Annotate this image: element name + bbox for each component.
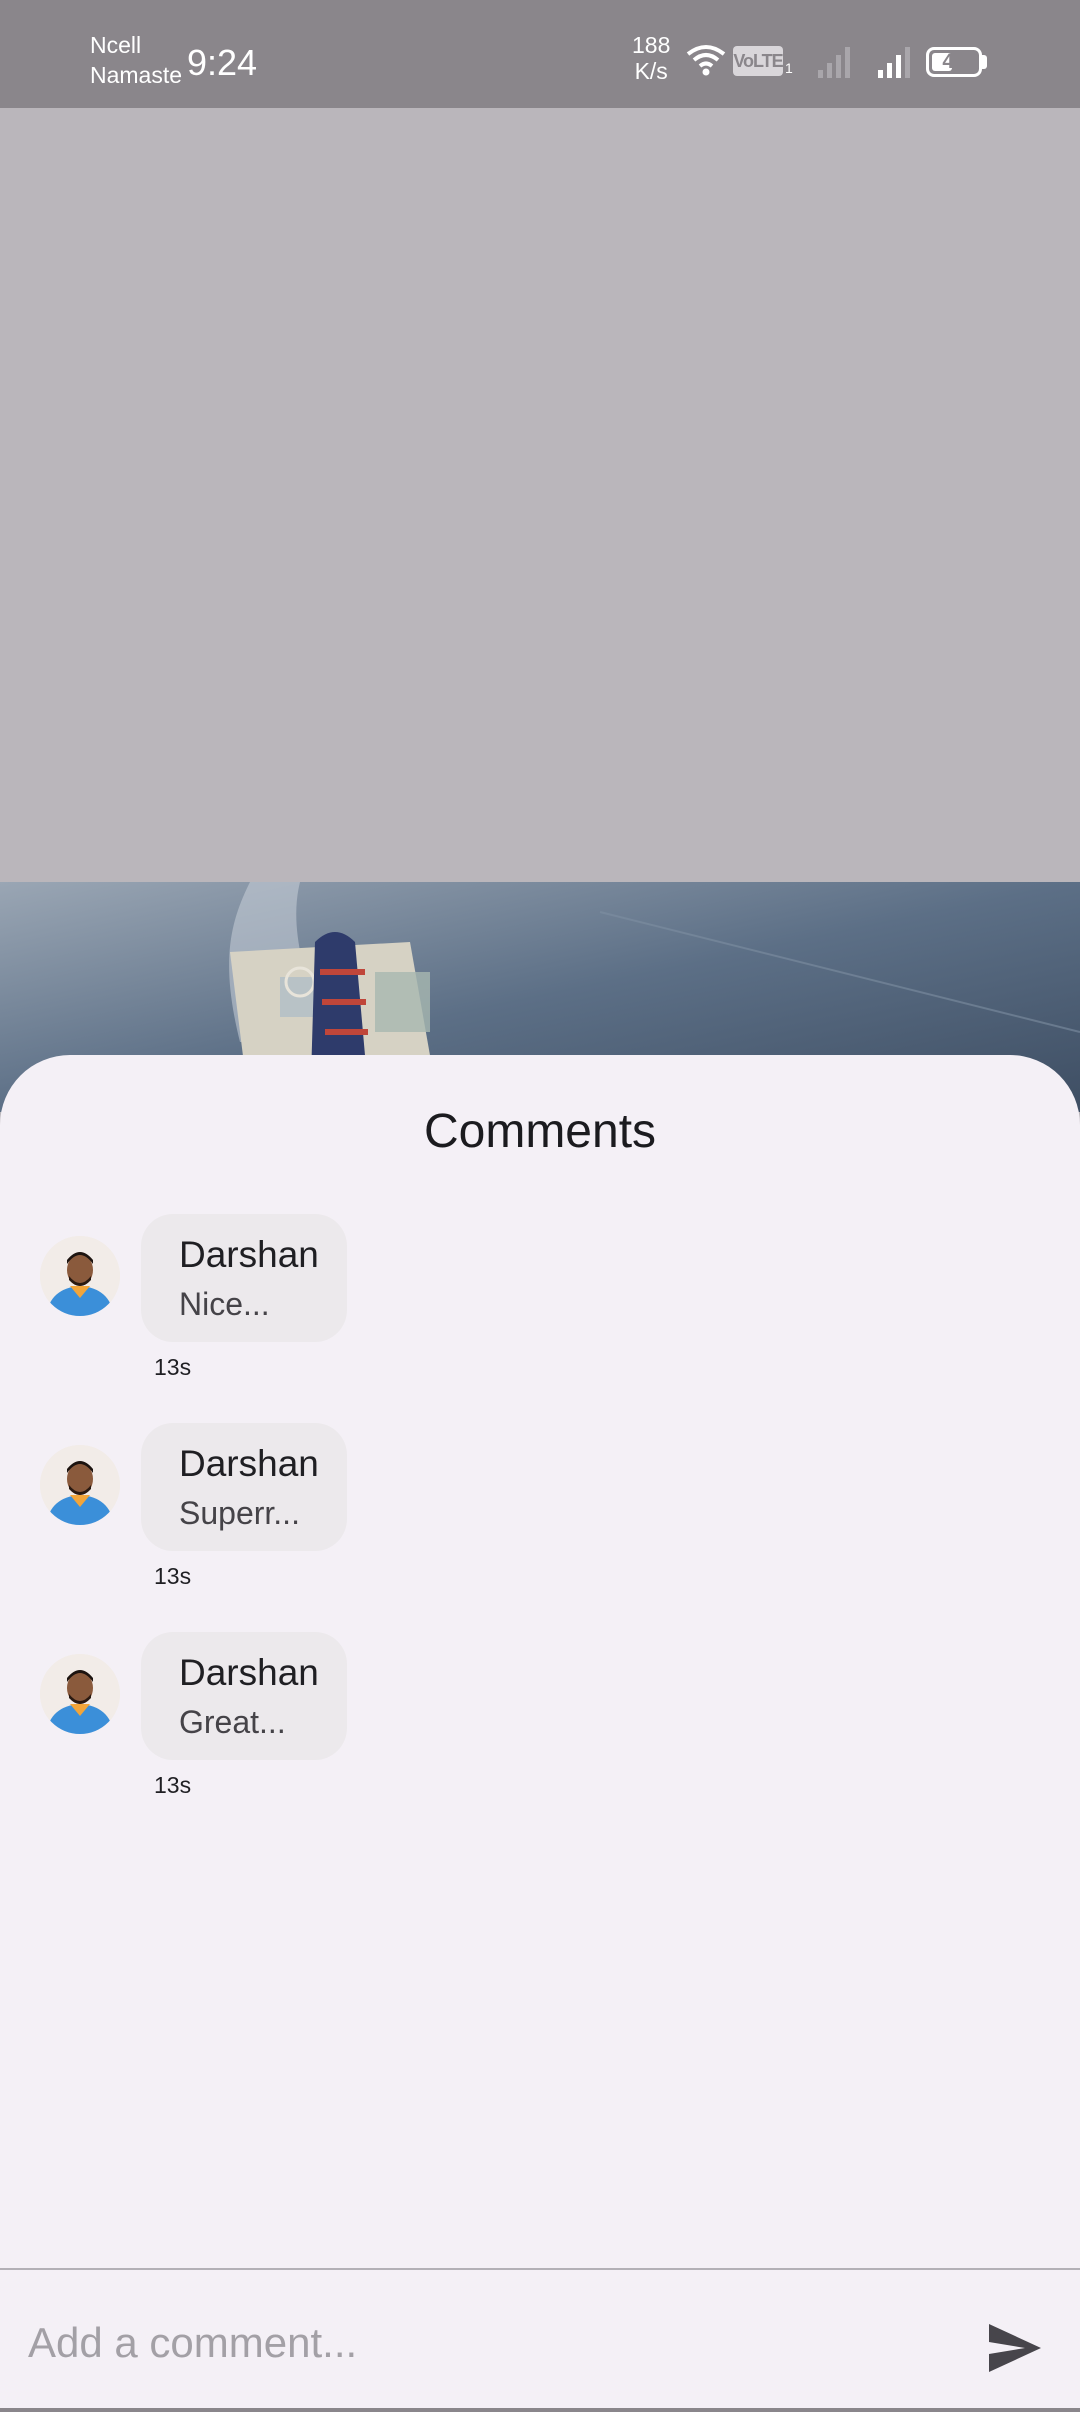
battery-icon: 45: [926, 47, 982, 77]
avatar[interactable]: [40, 1236, 120, 1316]
battery-level-text: 45: [942, 50, 966, 73]
avatar[interactable]: [40, 1445, 120, 1525]
carrier-name: Ncell: [90, 32, 142, 58]
media-placeholder: [0, 108, 1080, 882]
comment-author: Darshan: [179, 1652, 319, 1693]
avatar-image: [40, 1236, 120, 1316]
clock: 9:24: [187, 42, 258, 83]
gesture-bar-edge: [0, 2408, 1080, 2412]
comment-item: Darshan Superr... 13s: [0, 1423, 1080, 1603]
comment-text: Great...: [179, 1704, 286, 1740]
carrier-label: Ncell Namaste: [90, 30, 182, 90]
signal-strength-icon-sim2: [878, 47, 910, 78]
status-bar: Ncell Namaste 9:24 188 K/s VoLTE 1 45: [0, 0, 1080, 108]
network-speed-value: 188: [632, 32, 671, 58]
comment-item: Darshan Great... 13s: [0, 1632, 1080, 1812]
carrier-name-secondary: Namaste: [90, 62, 183, 88]
avatar[interactable]: [40, 1654, 120, 1734]
comment-bubble[interactable]: Darshan Great...: [141, 1632, 347, 1760]
comment-item: Darshan Nice... 13s: [0, 1214, 1080, 1394]
battery-tip: [982, 55, 987, 69]
comment-text: Nice...: [179, 1286, 270, 1322]
comment-bubble[interactable]: Darshan Nice...: [141, 1214, 347, 1342]
comment-author: Darshan: [179, 1443, 319, 1484]
network-speed-unit: K/s: [634, 58, 668, 84]
signal-strength-icon-sim1: [818, 47, 850, 78]
composer-divider: [0, 2268, 1080, 2270]
comment-author: Darshan: [179, 1234, 319, 1275]
avatar-image: [40, 1654, 120, 1734]
sheet-title: Comments: [423, 1105, 657, 1158]
comment-input[interactable]: [26, 2306, 970, 2380]
sim-slot-label: 1: [785, 60, 793, 76]
comment-bubble[interactable]: Darshan Superr...: [141, 1423, 347, 1551]
volte-icon: VoLTE: [733, 46, 784, 76]
wifi-icon: [686, 45, 726, 76]
comment-text: Superr...: [179, 1495, 300, 1531]
comment-timestamp: 13s: [154, 1354, 192, 1380]
comments-sheet: Comments Darshan Nice... 13s Darshan Sup…: [0, 1055, 1080, 2412]
comment-timestamp: 13s: [154, 1563, 192, 1589]
send-icon[interactable]: [985, 2318, 1045, 2378]
comment-timestamp: 13s: [154, 1772, 192, 1798]
network-speed: 188 K/s: [632, 32, 670, 84]
avatar-image: [40, 1445, 120, 1525]
